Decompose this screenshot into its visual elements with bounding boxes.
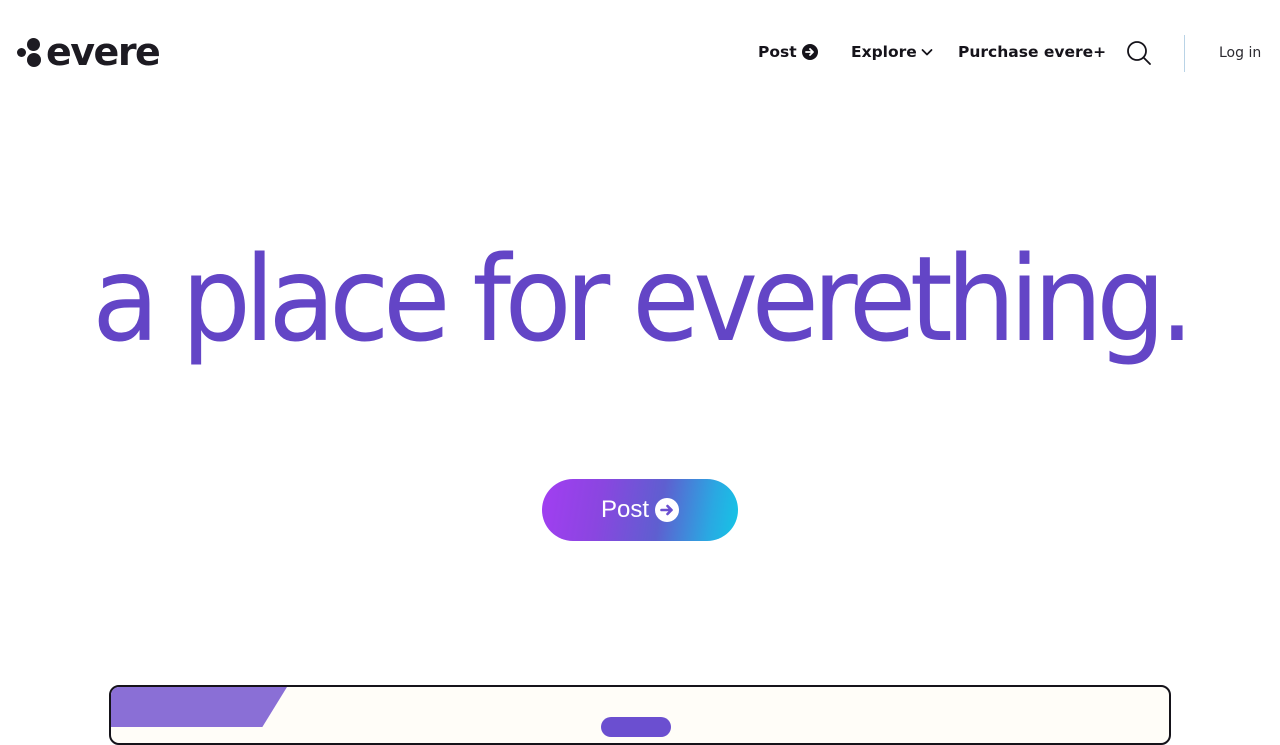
nav-purchase-link[interactable]: Purchase evere+ [958,43,1106,61]
logo[interactable]: evere [17,30,161,76]
post-cta-button[interactable]: Post [542,479,738,541]
app-preview-card [109,685,1171,745]
chevron-down-icon [921,43,933,61]
site-header: evere Post Explore Purchase evere+ Log i… [0,0,1280,106]
arrow-right-circle-icon [655,498,680,522]
hero-headline: a place for everething. [92,230,1194,368]
nav-post-label: Post [758,43,797,61]
search-icon[interactable] [1126,40,1152,66]
preview-tab-shape [111,687,287,727]
nav-post-link[interactable]: Post [758,43,818,61]
login-link[interactable]: Log in [1219,45,1261,61]
nav-purchase-label: Purchase evere+ [958,43,1107,61]
nav-explore-dropdown[interactable]: Explore [851,43,933,61]
preview-element [601,717,671,737]
header-divider [1184,35,1185,72]
post-cta-label: Post [600,496,650,523]
arrow-right-circle-icon [801,44,818,60]
nav-explore-label: Explore [851,43,917,61]
logo-dots-icon [17,38,45,68]
logo-text: evere [46,30,161,74]
